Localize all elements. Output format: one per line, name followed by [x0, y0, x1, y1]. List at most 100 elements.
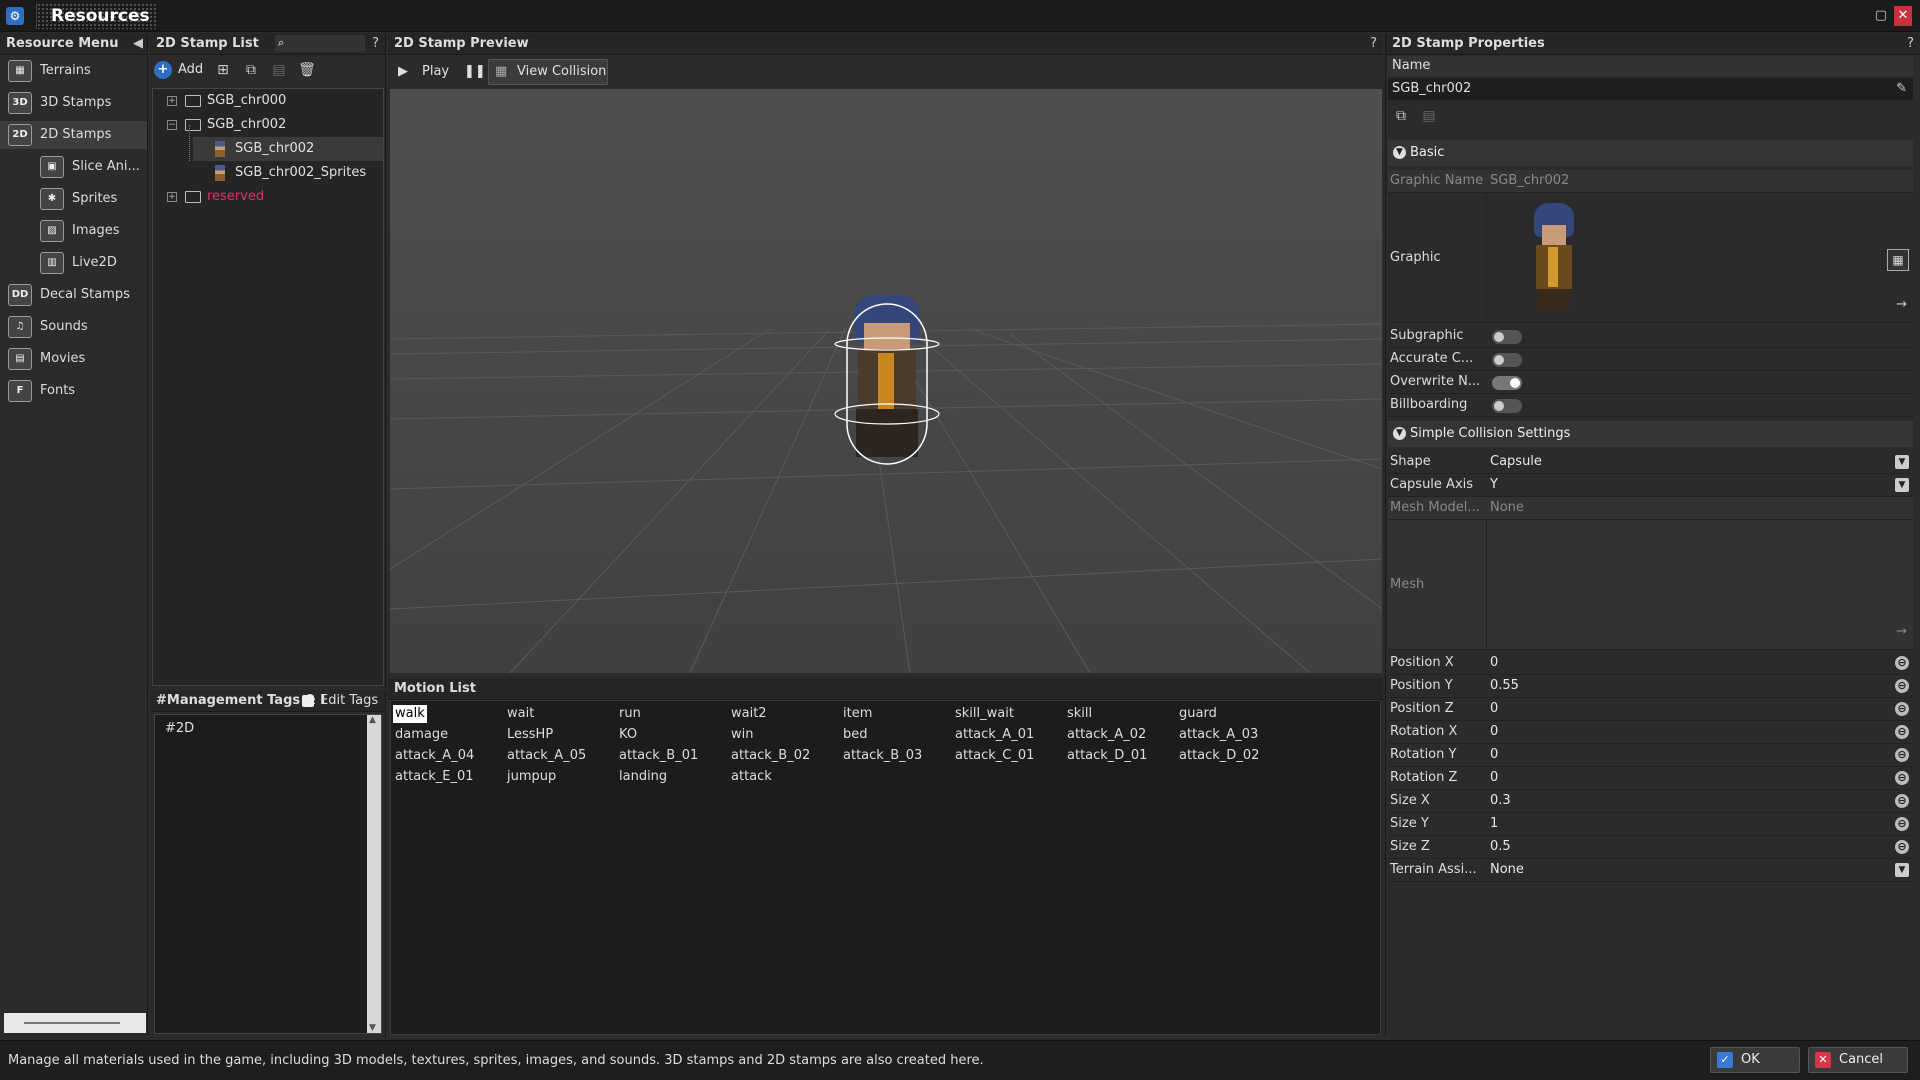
- motion-item[interactable]: guard: [1177, 705, 1219, 723]
- motion-item[interactable]: item: [841, 705, 874, 723]
- tree-folder-reserved[interactable]: + reserved: [167, 185, 264, 209]
- motion-item[interactable]: attack_D_01: [1065, 747, 1149, 765]
- reset-icon[interactable]: ⊖: [1895, 748, 1909, 762]
- arrow-right-icon[interactable]: →: [1896, 624, 1907, 639]
- position-z-row[interactable]: Position Z 0 ⊖: [1388, 698, 1913, 721]
- expand-icon[interactable]: +: [167, 191, 177, 202]
- motion-item[interactable]: attack_B_02: [729, 747, 812, 765]
- reset-icon[interactable]: ⊖: [1895, 817, 1909, 831]
- maximize-icon[interactable]: ▢: [1872, 6, 1890, 26]
- position-z-value[interactable]: 0: [1490, 698, 1890, 720]
- motion-item[interactable]: attack_A_02: [1065, 726, 1148, 744]
- resource-menu-item-3d-stamps[interactable]: 3D 3D Stamps: [0, 89, 147, 117]
- reset-icon[interactable]: ⊖: [1895, 702, 1909, 716]
- resource-menu-item-fonts[interactable]: F Fonts: [0, 377, 147, 405]
- billboarding-toggle[interactable]: [1492, 399, 1522, 413]
- dropdown-icon[interactable]: ▼: [1895, 478, 1909, 492]
- reset-icon[interactable]: ⊖: [1895, 771, 1909, 785]
- motion-item[interactable]: attack_D_02: [1177, 747, 1261, 765]
- motion-item[interactable]: attack: [729, 768, 774, 786]
- resource-menu-item-images[interactable]: ▨ Images: [0, 217, 147, 245]
- motion-item[interactable]: jumpup: [505, 768, 558, 786]
- collision-section-header[interactable]: ▼ Simple Collision Settings: [1388, 421, 1913, 447]
- motion-item[interactable]: attack_A_01: [953, 726, 1036, 744]
- rotation-z-row[interactable]: Rotation Z 0 ⊖: [1388, 767, 1913, 790]
- close-icon[interactable]: ✕: [1894, 6, 1912, 26]
- tree-folder-sgb-chr002[interactable]: − SGB_chr002: [167, 113, 286, 137]
- motion-item[interactable]: win: [729, 726, 755, 744]
- position-x-value[interactable]: 0: [1490, 652, 1890, 674]
- subgraphic-toggle[interactable]: [1492, 330, 1522, 344]
- size-y-row[interactable]: Size Y 1 ⊖: [1388, 813, 1913, 836]
- rotation-z-value[interactable]: 0: [1490, 767, 1890, 789]
- motion-item[interactable]: wait: [505, 705, 536, 723]
- help-icon[interactable]: ?: [1370, 33, 1377, 55]
- motion-item[interactable]: attack_B_03: [841, 747, 924, 765]
- motion-item[interactable]: bed: [841, 726, 870, 744]
- size-z-value[interactable]: 0.5: [1490, 836, 1890, 858]
- size-x-value[interactable]: 0.3: [1490, 790, 1890, 812]
- view-collision-button[interactable]: ▦ View Collision: [488, 59, 608, 85]
- dropdown-icon[interactable]: ▼: [1895, 455, 1909, 469]
- copy-icon[interactable]: ⧉: [1390, 105, 1412, 127]
- resource-menu-item-terrains[interactable]: ▦ Terrains: [0, 57, 147, 85]
- pause-icon[interactable]: ❚❚: [464, 61, 486, 83]
- motion-item[interactable]: landing: [617, 768, 669, 786]
- edit-tags-label[interactable]: Edit Tags: [320, 690, 378, 712]
- motion-item[interactable]: KO: [617, 726, 639, 744]
- capsule-axis-row[interactable]: Capsule Axis Y ▼: [1388, 474, 1913, 497]
- position-y-row[interactable]: Position Y 0.55 ⊖: [1388, 675, 1913, 698]
- graphic-thumbnail[interactable]: [1526, 203, 1582, 313]
- motion-item[interactable]: skill_wait: [953, 705, 1016, 723]
- motion-item[interactable]: attack_A_04: [393, 747, 476, 765]
- paste-icon[interactable]: ▤: [1418, 105, 1440, 127]
- vertical-scrollbar[interactable]: ▲ ▼: [367, 715, 381, 1033]
- resource-menu-item-slice-animation[interactable]: ▣ Slice Ani...: [0, 153, 147, 181]
- edit-tags-checkbox[interactable]: [302, 695, 314, 707]
- scroll-down-icon[interactable]: ▼: [369, 1023, 376, 1033]
- horizontal-scrollbar[interactable]: [4, 1013, 146, 1033]
- size-x-row[interactable]: Size X 0.3 ⊖: [1388, 790, 1913, 813]
- reset-icon[interactable]: ⊖: [1895, 794, 1909, 808]
- edit-pencil-icon[interactable]: ✎: [1896, 78, 1907, 100]
- size-y-value[interactable]: 1: [1490, 813, 1890, 835]
- motion-item[interactable]: attack_E_01: [393, 768, 476, 786]
- add-button[interactable]: + Add: [154, 59, 204, 81]
- character-sprite[interactable]: [832, 289, 942, 469]
- tree-item-sgb-chr002-sprites[interactable]: SGB_chr002_Sprites: [215, 161, 366, 185]
- position-y-value[interactable]: 0.55: [1490, 675, 1890, 697]
- rotation-x-row[interactable]: Rotation X 0 ⊖: [1388, 721, 1913, 744]
- resource-menu-item-movies[interactable]: ▤ Movies: [0, 345, 147, 373]
- paste-icon[interactable]: ▤: [268, 59, 290, 81]
- new-folder-icon[interactable]: ⊞: [212, 59, 234, 81]
- resource-menu-item-sprites[interactable]: ✱ Sprites: [0, 185, 147, 213]
- motion-item[interactable]: attack_B_01: [617, 747, 700, 765]
- motion-item[interactable]: wait2: [729, 705, 769, 723]
- motion-item[interactable]: walk: [393, 705, 427, 723]
- play-button[interactable]: ▶ Play: [398, 61, 458, 83]
- reset-icon[interactable]: ⊖: [1895, 725, 1909, 739]
- motion-item[interactable]: LessHP: [505, 726, 555, 744]
- resource-menu-item-live2d[interactable]: ▥ Live2D: [0, 249, 147, 277]
- overwrite-toggle[interactable]: [1492, 376, 1522, 390]
- size-z-row[interactable]: Size Z 0.5 ⊖: [1388, 836, 1913, 859]
- shape-row[interactable]: Shape Capsule ▼: [1388, 451, 1913, 474]
- basic-section-header[interactable]: ▼ Basic: [1388, 140, 1913, 166]
- collapse-icon[interactable]: ◀: [133, 33, 143, 55]
- collapse-icon[interactable]: −: [167, 119, 177, 130]
- tree-folder-sgb-chr000[interactable]: + SGB_chr000: [167, 89, 286, 113]
- delete-icon[interactable]: 🗑: [296, 59, 318, 81]
- help-icon[interactable]: ?: [372, 33, 379, 55]
- search-input[interactable]: ⌕: [275, 35, 365, 52]
- position-x-row[interactable]: Position X 0 ⊖: [1388, 652, 1913, 675]
- expand-icon[interactable]: +: [167, 95, 177, 106]
- motion-item[interactable]: run: [617, 705, 643, 723]
- rotation-x-value[interactable]: 0: [1490, 721, 1890, 743]
- reset-icon[interactable]: ⊖: [1895, 840, 1909, 854]
- 3d-viewport[interactable]: [390, 89, 1382, 673]
- reset-icon[interactable]: ⊖: [1895, 679, 1909, 693]
- rotation-y-row[interactable]: Rotation Y 0 ⊖: [1388, 744, 1913, 767]
- copy-icon[interactable]: ⧉: [240, 59, 262, 81]
- arrow-right-icon[interactable]: →: [1896, 297, 1907, 312]
- accurate-toggle[interactable]: [1492, 353, 1522, 367]
